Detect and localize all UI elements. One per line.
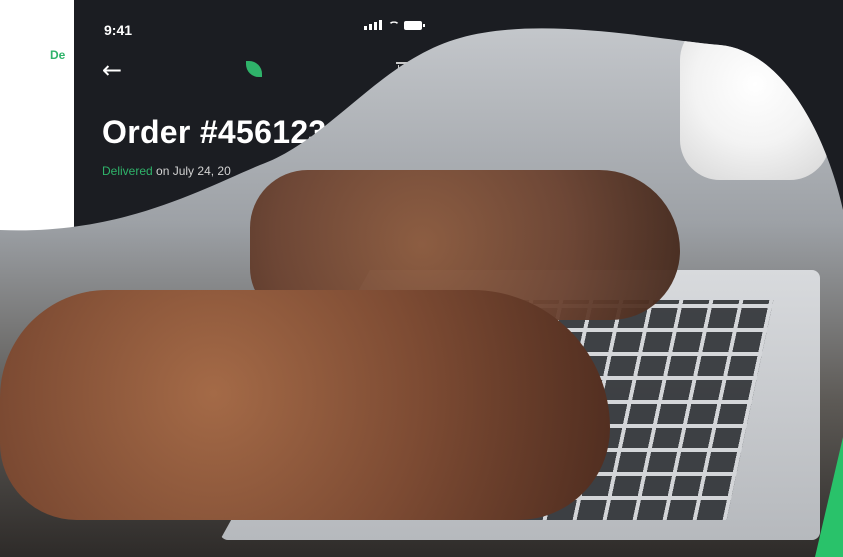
order-subtitle: Delivered on July 24, 20 [102,164,231,178]
delivery-date: on July 24, 20 [152,164,231,178]
status-time: 9:41 [104,22,133,38]
front-hand [0,290,610,520]
back-arrow-icon[interactable]: ← [102,58,122,82]
delivery-status: Delivered [102,164,153,178]
leaf-icon [246,61,262,77]
signal-icon [364,20,382,30]
battery-icon [404,21,425,30]
peek-text-left: De [50,48,66,62]
wifi-icon [387,20,399,30]
order-title: Order #456123 [102,114,327,150]
status-icons [364,20,425,30]
